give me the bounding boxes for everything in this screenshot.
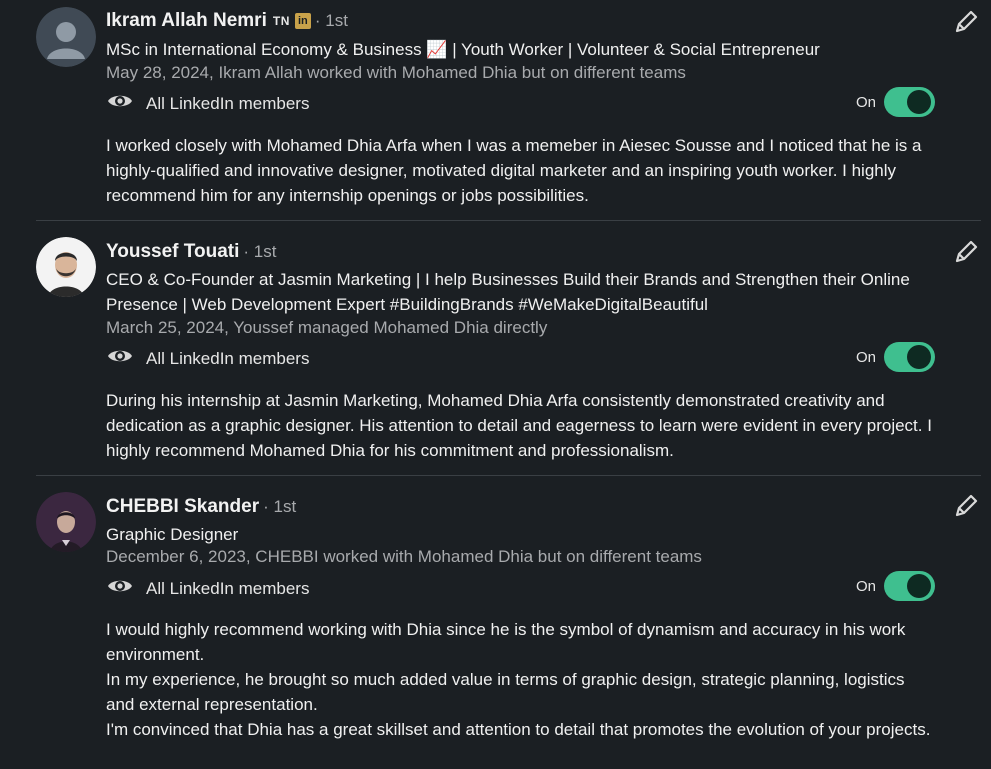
recommendation-date-relation: December 6, 2023, CHEBBI worked with Moh… bbox=[106, 547, 702, 566]
recommendation-paragraph: I worked closely with Mohamed Dhia Arfa … bbox=[106, 136, 922, 205]
connection-degree: · 1st bbox=[314, 11, 348, 30]
recommendation-text: I worked closely with Mohamed Dhia Arfa … bbox=[106, 133, 936, 208]
linkedin-badge-icon: in bbox=[294, 13, 311, 29]
recommender-name[interactable]: Youssef Touati bbox=[106, 241, 239, 263]
edit-icon[interactable] bbox=[952, 8, 980, 36]
recommendation-paragraph: I would highly recommend working with Dh… bbox=[106, 620, 906, 664]
recommendation-paragraph: In my experience, he brought so much add… bbox=[106, 670, 905, 714]
recommender-header: Youssef Touati · 1st bbox=[106, 241, 276, 263]
recommendation-text: I would highly recommend working with Dh… bbox=[106, 617, 936, 742]
avatar-placeholder[interactable] bbox=[36, 7, 96, 67]
recommendation-paragraph: I'm convinced that Dhia has a great skil… bbox=[106, 720, 931, 739]
avatar-photo[interactable] bbox=[36, 492, 96, 552]
eye-icon bbox=[106, 345, 134, 372]
divider bbox=[36, 220, 981, 221]
recommendation-date-relation: May 28, 2024, Ikram Allah worked with Mo… bbox=[106, 63, 686, 82]
recommender-name[interactable]: Ikram Allah Nemri bbox=[106, 10, 267, 32]
show-recommendation-toggle[interactable] bbox=[884, 571, 935, 601]
recommender-header: CHEBBI Skander · 1st bbox=[106, 496, 296, 518]
edit-icon[interactable] bbox=[952, 238, 980, 266]
toggle-state-label: On bbox=[856, 349, 877, 366]
recommender-header: Ikram Allah Nemri TN in · 1st bbox=[106, 10, 348, 32]
visibility-label: All LinkedIn members bbox=[146, 348, 310, 368]
eye-icon bbox=[106, 90, 134, 117]
recommender-headline: Graphic Designer bbox=[106, 525, 239, 544]
visibility-setting: All LinkedIn members bbox=[106, 575, 309, 602]
visibility-setting: All LinkedIn members bbox=[106, 345, 309, 372]
recommender-headline: CEO & Co-Founder at Jasmin Marketing | I… bbox=[106, 270, 910, 314]
toggle-state-label: On bbox=[856, 578, 877, 595]
visibility-setting: All LinkedIn members bbox=[106, 90, 309, 117]
show-recommendation-toggle[interactable] bbox=[884, 87, 935, 117]
recommender-name[interactable]: CHEBBI Skander bbox=[106, 496, 259, 518]
recommendation-text: During his internship at Jasmin Marketin… bbox=[106, 388, 936, 463]
visibility-label: All LinkedIn members bbox=[146, 578, 310, 598]
recommender-headline: MSc in International Economy & Business … bbox=[106, 40, 820, 59]
divider bbox=[36, 475, 981, 476]
recommendation-paragraph: During his internship at Jasmin Marketin… bbox=[106, 391, 932, 460]
connection-degree: · 1st bbox=[243, 242, 277, 261]
eye-icon bbox=[106, 575, 134, 602]
toggle-state-label: On bbox=[856, 94, 877, 111]
show-recommendation-toggle[interactable] bbox=[884, 342, 935, 372]
visibility-label: All LinkedIn members bbox=[146, 93, 310, 113]
country-flag-badge: TN bbox=[272, 14, 290, 28]
recommendation-date-relation: March 25, 2024, Youssef managed Mohamed … bbox=[106, 318, 548, 337]
avatar-photo[interactable] bbox=[36, 237, 96, 297]
connection-degree: · 1st bbox=[263, 497, 297, 516]
edit-icon[interactable] bbox=[952, 492, 980, 520]
